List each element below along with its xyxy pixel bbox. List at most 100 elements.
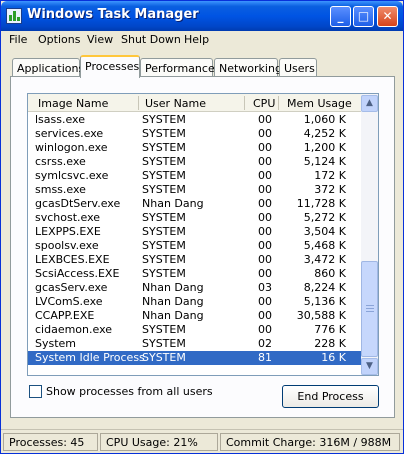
process-mem: 3,472 K [303, 253, 346, 266]
process-user: Nhan Dang [142, 295, 204, 308]
column-mem-usage[interactable]: Mem Usage [287, 97, 352, 110]
process-name: symlcsvc.exe [35, 169, 109, 182]
table-row[interactable]: smss.exe SYSTEM 00 372 K [28, 183, 361, 197]
process-name: csrss.exe [35, 155, 86, 168]
table-row[interactable]: winlogon.exe SYSTEM 00 1,200 K [28, 141, 361, 155]
process-mem: 776 K [314, 323, 346, 336]
table-row[interactable]: LVComS.exe Nhan Dang 00 5,136 K [28, 295, 361, 309]
process-mem: 1,060 K [303, 113, 346, 126]
process-list[interactable]: Image Name User Name CPU Mem Usage lsass… [27, 93, 379, 376]
task-manager-icon [6, 8, 22, 24]
table-row[interactable]: CCAPP.EXE Nhan Dang 00 30,588 K [28, 309, 361, 323]
table-row[interactable]: symlcsvc.exe SYSTEM 00 172 K [28, 169, 361, 183]
process-user: SYSTEM [142, 225, 186, 238]
table-row[interactable]: gcasServ.exe Nhan Dang 03 8,224 K [28, 281, 361, 295]
process-mem: 372 K [314, 183, 346, 196]
table-row[interactable]: System Idle Process SYSTEM 81 16 K [28, 351, 361, 365]
tab-users[interactable]: Users [279, 58, 317, 77]
menu-file[interactable]: File [9, 33, 27, 46]
menu-view[interactable]: View [87, 33, 113, 46]
column-cpu[interactable]: CPU [253, 97, 275, 110]
vertical-scrollbar[interactable]: ▲ ▼ [361, 94, 378, 375]
process-mem: 16 K [321, 351, 346, 364]
process-user: SYSTEM [142, 113, 186, 126]
scroll-down-button[interactable]: ▼ [361, 358, 378, 375]
process-cpu: 00 [258, 169, 272, 182]
table-row[interactable]: services.exe SYSTEM 00 4,252 K [28, 127, 361, 141]
process-name: winlogon.exe [35, 141, 108, 154]
chevron-up-icon: ▲ [366, 98, 373, 108]
table-row[interactable]: csrss.exe SYSTEM 00 5,124 K [28, 155, 361, 169]
minimize-button[interactable]: _ [330, 6, 351, 27]
process-name: spoolsv.exe [35, 239, 99, 252]
tab-performance[interactable]: Performance [140, 58, 215, 77]
process-user: SYSTEM [142, 127, 186, 140]
table-row[interactable]: System SYSTEM 02 228 K [28, 337, 361, 351]
table-row[interactable]: gcasDtServ.exe Nhan Dang 00 11,728 K [28, 197, 361, 211]
scroll-up-button[interactable]: ▲ [361, 95, 378, 112]
process-name: CCAPP.EXE [35, 309, 95, 322]
table-row[interactable]: lsass.exe SYSTEM 00 1,060 K [28, 113, 361, 127]
table-row[interactable]: svchost.exe SYSTEM 00 5,272 K [28, 211, 361, 225]
window-title: Windows Task Manager [27, 7, 199, 22]
process-cpu: 00 [258, 309, 272, 322]
process-cpu: 00 [258, 113, 272, 126]
menu-help[interactable]: Help [184, 33, 209, 46]
process-cpu: 00 [258, 323, 272, 336]
process-user: SYSTEM [142, 211, 186, 224]
end-process-button[interactable]: End Process [282, 385, 379, 408]
table-row[interactable]: spoolsv.exe SYSTEM 00 5,468 K [28, 239, 361, 253]
process-name: System Idle Process [35, 351, 145, 364]
process-cpu: 00 [258, 197, 272, 210]
process-cpu: 02 [258, 337, 272, 350]
process-mem: 8,224 K [303, 281, 346, 294]
tab-strip: Applications Processes Performance Netwo… [1, 55, 403, 78]
process-cpu: 03 [258, 281, 272, 294]
status-processes: Processes: 45 [3, 433, 98, 451]
maximize-icon: □ [357, 9, 370, 23]
tab-applications[interactable]: Applications [12, 58, 84, 77]
table-row[interactable]: LEXPPS.EXE SYSTEM 00 3,504 K [28, 225, 361, 239]
process-cpu: 00 [258, 267, 272, 280]
menu-shut-down[interactable]: Shut Down [121, 33, 181, 46]
process-name: cidaemon.exe [35, 323, 113, 336]
process-mem: 228 K [314, 337, 346, 350]
tab-processes[interactable]: Processes [80, 55, 140, 78]
close-button[interactable]: ✕ [377, 6, 398, 27]
process-cpu: 00 [258, 253, 272, 266]
column-image-name[interactable]: Image Name [38, 97, 108, 110]
process-cpu: 00 [258, 295, 272, 308]
table-row[interactable]: cidaemon.exe SYSTEM 00 776 K [28, 323, 361, 337]
menu-options[interactable]: Options [38, 33, 80, 46]
status-bar: Processes: 45 CPU Usage: 21% Commit Char… [1, 429, 403, 453]
process-cpu: 81 [258, 351, 272, 364]
table-row[interactable]: LEXBCES.EXE SYSTEM 00 3,472 K [28, 253, 361, 267]
task-manager-window: Windows Task Manager _ □ ✕ File Options … [0, 0, 404, 454]
process-mem: 860 K [314, 267, 346, 280]
maximize-button[interactable]: □ [353, 6, 374, 27]
process-mem: 5,272 K [303, 211, 346, 224]
table-row[interactable]: ScsiAccess.EXE SYSTEM 00 860 K [28, 267, 361, 281]
process-mem: 5,124 K [303, 155, 346, 168]
show-all-users-checkbox[interactable] [29, 385, 42, 398]
process-user: SYSTEM [142, 323, 186, 336]
process-mem: 5,136 K [303, 295, 346, 308]
show-all-users-label[interactable]: Show processes from all users [46, 385, 213, 398]
process-name: svchost.exe [35, 211, 101, 224]
process-name: LEXBCES.EXE [35, 253, 110, 266]
column-user-name[interactable]: User Name [145, 97, 206, 110]
tab-networking[interactable]: Networking [214, 58, 282, 77]
process-name: LEXPPS.EXE [35, 225, 101, 238]
process-cpu: 00 [258, 141, 272, 154]
process-cpu: 00 [258, 225, 272, 238]
process-mem: 1,200 K [303, 141, 346, 154]
title-bar[interactable]: Windows Task Manager _ □ ✕ [1, 1, 403, 31]
scroll-thumb[interactable] [361, 261, 378, 357]
process-name: gcasServ.exe [35, 281, 108, 294]
process-name: ScsiAccess.EXE [35, 267, 120, 280]
process-name: gcasDtServ.exe [35, 197, 121, 210]
process-cpu: 00 [258, 183, 272, 196]
process-user: SYSTEM [142, 155, 186, 168]
column-header: Image Name User Name CPU Mem Usage [28, 94, 361, 112]
status-commit-charge: Commit Charge: 316M / 988M [220, 433, 400, 451]
